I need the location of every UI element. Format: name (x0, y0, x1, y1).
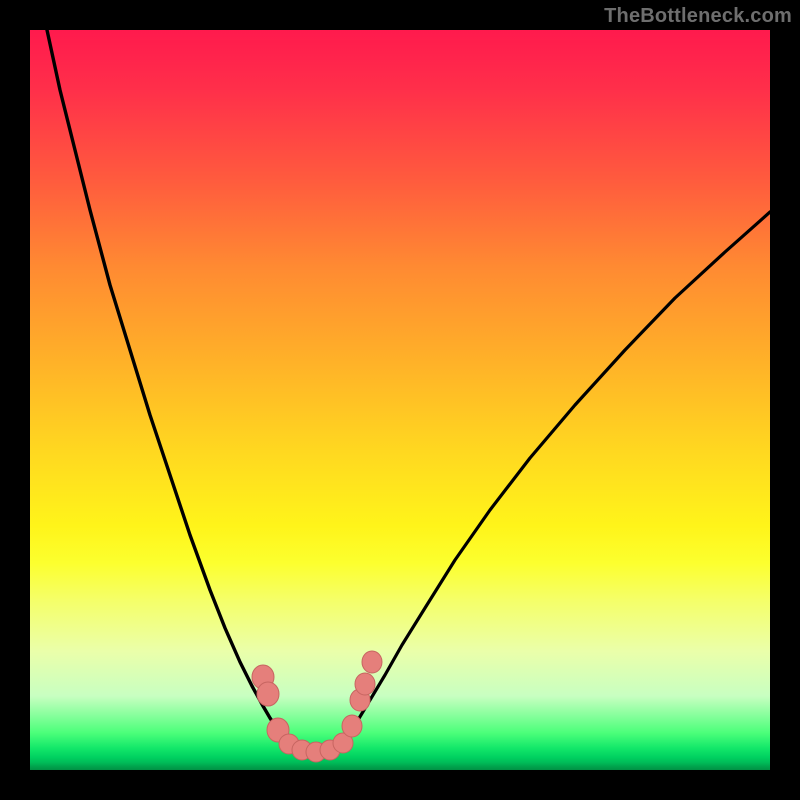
chart-stage: TheBottleneck.com (0, 0, 800, 800)
right-marker-3 (355, 673, 375, 695)
right-marker-1 (342, 715, 362, 737)
right-curve (340, 212, 770, 746)
left-curve (47, 30, 284, 740)
left-marker-2 (257, 682, 279, 706)
watermark-text: TheBottleneck.com (604, 5, 792, 28)
markers-group (252, 651, 382, 762)
right-marker-4 (362, 651, 382, 673)
curves-layer (30, 30, 770, 770)
plot-area (30, 30, 770, 770)
